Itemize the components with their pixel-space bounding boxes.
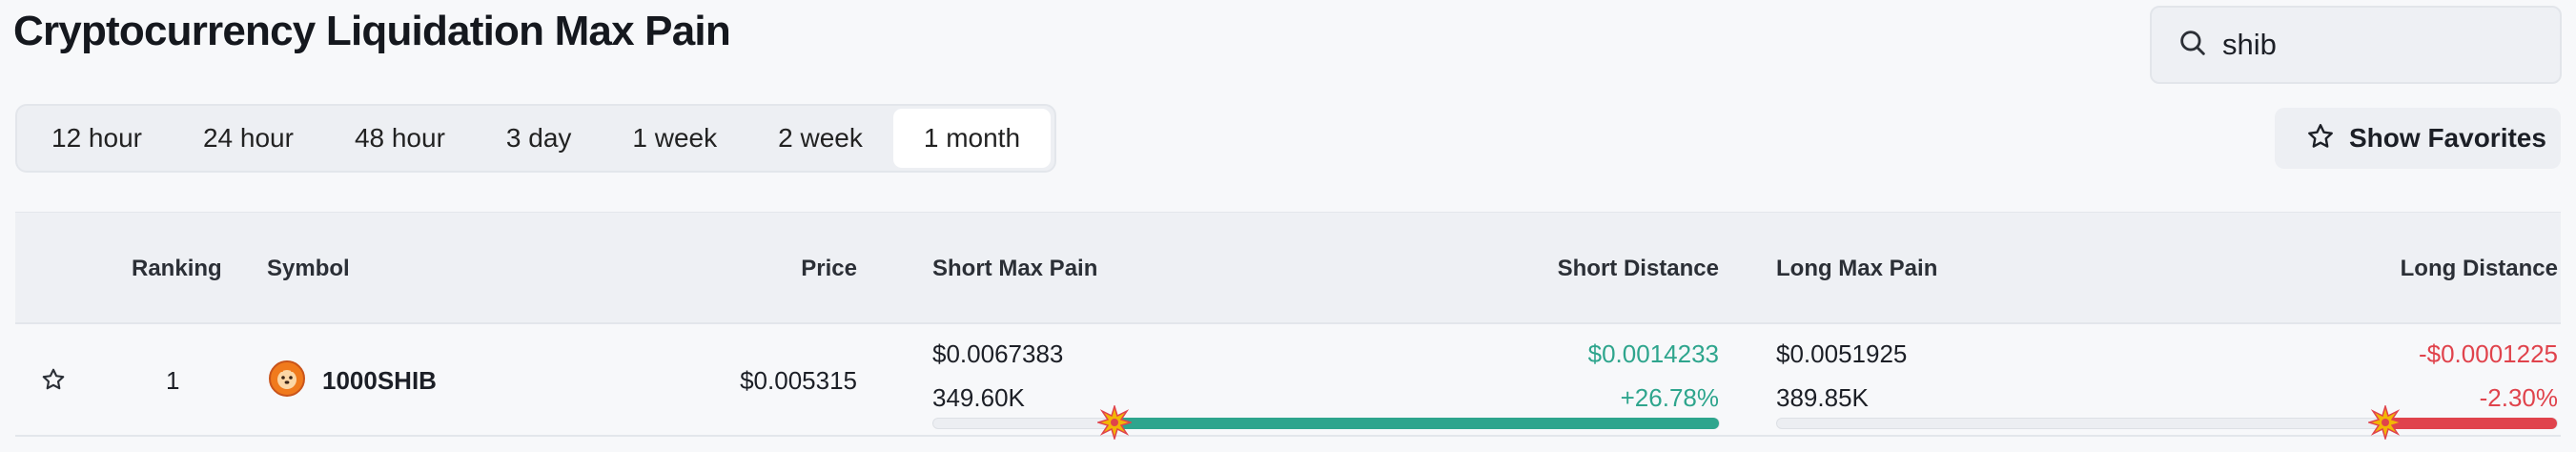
shib-icon	[269, 360, 305, 397]
header-short-distance[interactable]: Short Distance	[1445, 213, 1719, 325]
ranking-value: 1	[166, 366, 180, 395]
header-ranking[interactable]: Ranking	[132, 213, 246, 325]
tab-1-month[interactable]: 1 month	[892, 109, 1052, 168]
tab-2-week[interactable]: 2 week	[747, 109, 893, 168]
long-max-pain-amount: 389.85K	[1776, 383, 1869, 412]
tab-24-hour[interactable]: 24 hour	[173, 109, 324, 168]
header-long-distance[interactable]: Long Distance	[2284, 213, 2558, 325]
long-distance-bar-fill	[2385, 418, 2557, 429]
short-distance-bar	[932, 405, 1720, 440]
symbol-value[interactable]: 1000SHIB	[322, 366, 437, 396]
long-max-pain-price: $0.0051925	[1776, 339, 1908, 368]
search-box[interactable]	[2150, 6, 2562, 84]
search-input[interactable]	[2222, 28, 2546, 62]
short-distance-bar-fill	[1114, 418, 1719, 429]
table-row[interactable]: 1 1000SHIB $0.005315 $0.0067383 349.60K …	[15, 324, 2561, 440]
short-distance-pct: +26.78%	[1620, 383, 1719, 412]
short-max-pain-price: $0.0067383	[932, 339, 1064, 368]
tab-1-week[interactable]: 1 week	[602, 109, 747, 168]
show-favorites-label: Show Favorites	[2349, 123, 2546, 153]
time-range-tabs: 12 hour 24 hour 48 hour 3 day 1 week 2 w…	[15, 104, 1057, 173]
star-icon	[2305, 121, 2336, 156]
long-distance-bar	[1776, 405, 2558, 440]
liquidation-table: Ranking Symbol Price Short Max Pain Shor…	[15, 212, 2561, 440]
show-favorites-button[interactable]: Show Favorites	[2275, 108, 2561, 169]
long-distance-pct: -2.30%	[2479, 383, 2558, 412]
long-distance-value: -$0.0001225	[2418, 339, 2558, 368]
tab-3-day[interactable]: 3 day	[476, 109, 603, 168]
burst-icon	[1097, 405, 1132, 440]
search-icon	[2177, 27, 2209, 64]
price-value: $0.005315	[740, 366, 857, 395]
short-max-pain-amount: 349.60K	[932, 383, 1025, 412]
header-price[interactable]: Price	[587, 213, 857, 325]
tab-12-hour[interactable]: 12 hour	[21, 109, 173, 168]
tab-48-hour[interactable]: 48 hour	[324, 109, 476, 168]
table-header: Ranking Symbol Price Short Max Pain Shor…	[15, 212, 2561, 324]
header-long-max-pain[interactable]: Long Max Pain	[1776, 213, 2024, 325]
favorite-star-icon[interactable]	[40, 366, 67, 398]
burst-icon	[2368, 405, 2402, 440]
page-title: Cryptocurrency Liquidation Max Pain	[13, 8, 731, 54]
short-distance-value: $0.0014233	[1587, 339, 1719, 368]
header-short-max-pain[interactable]: Short Max Pain	[932, 213, 1180, 325]
header-symbol[interactable]: Symbol	[267, 213, 400, 325]
